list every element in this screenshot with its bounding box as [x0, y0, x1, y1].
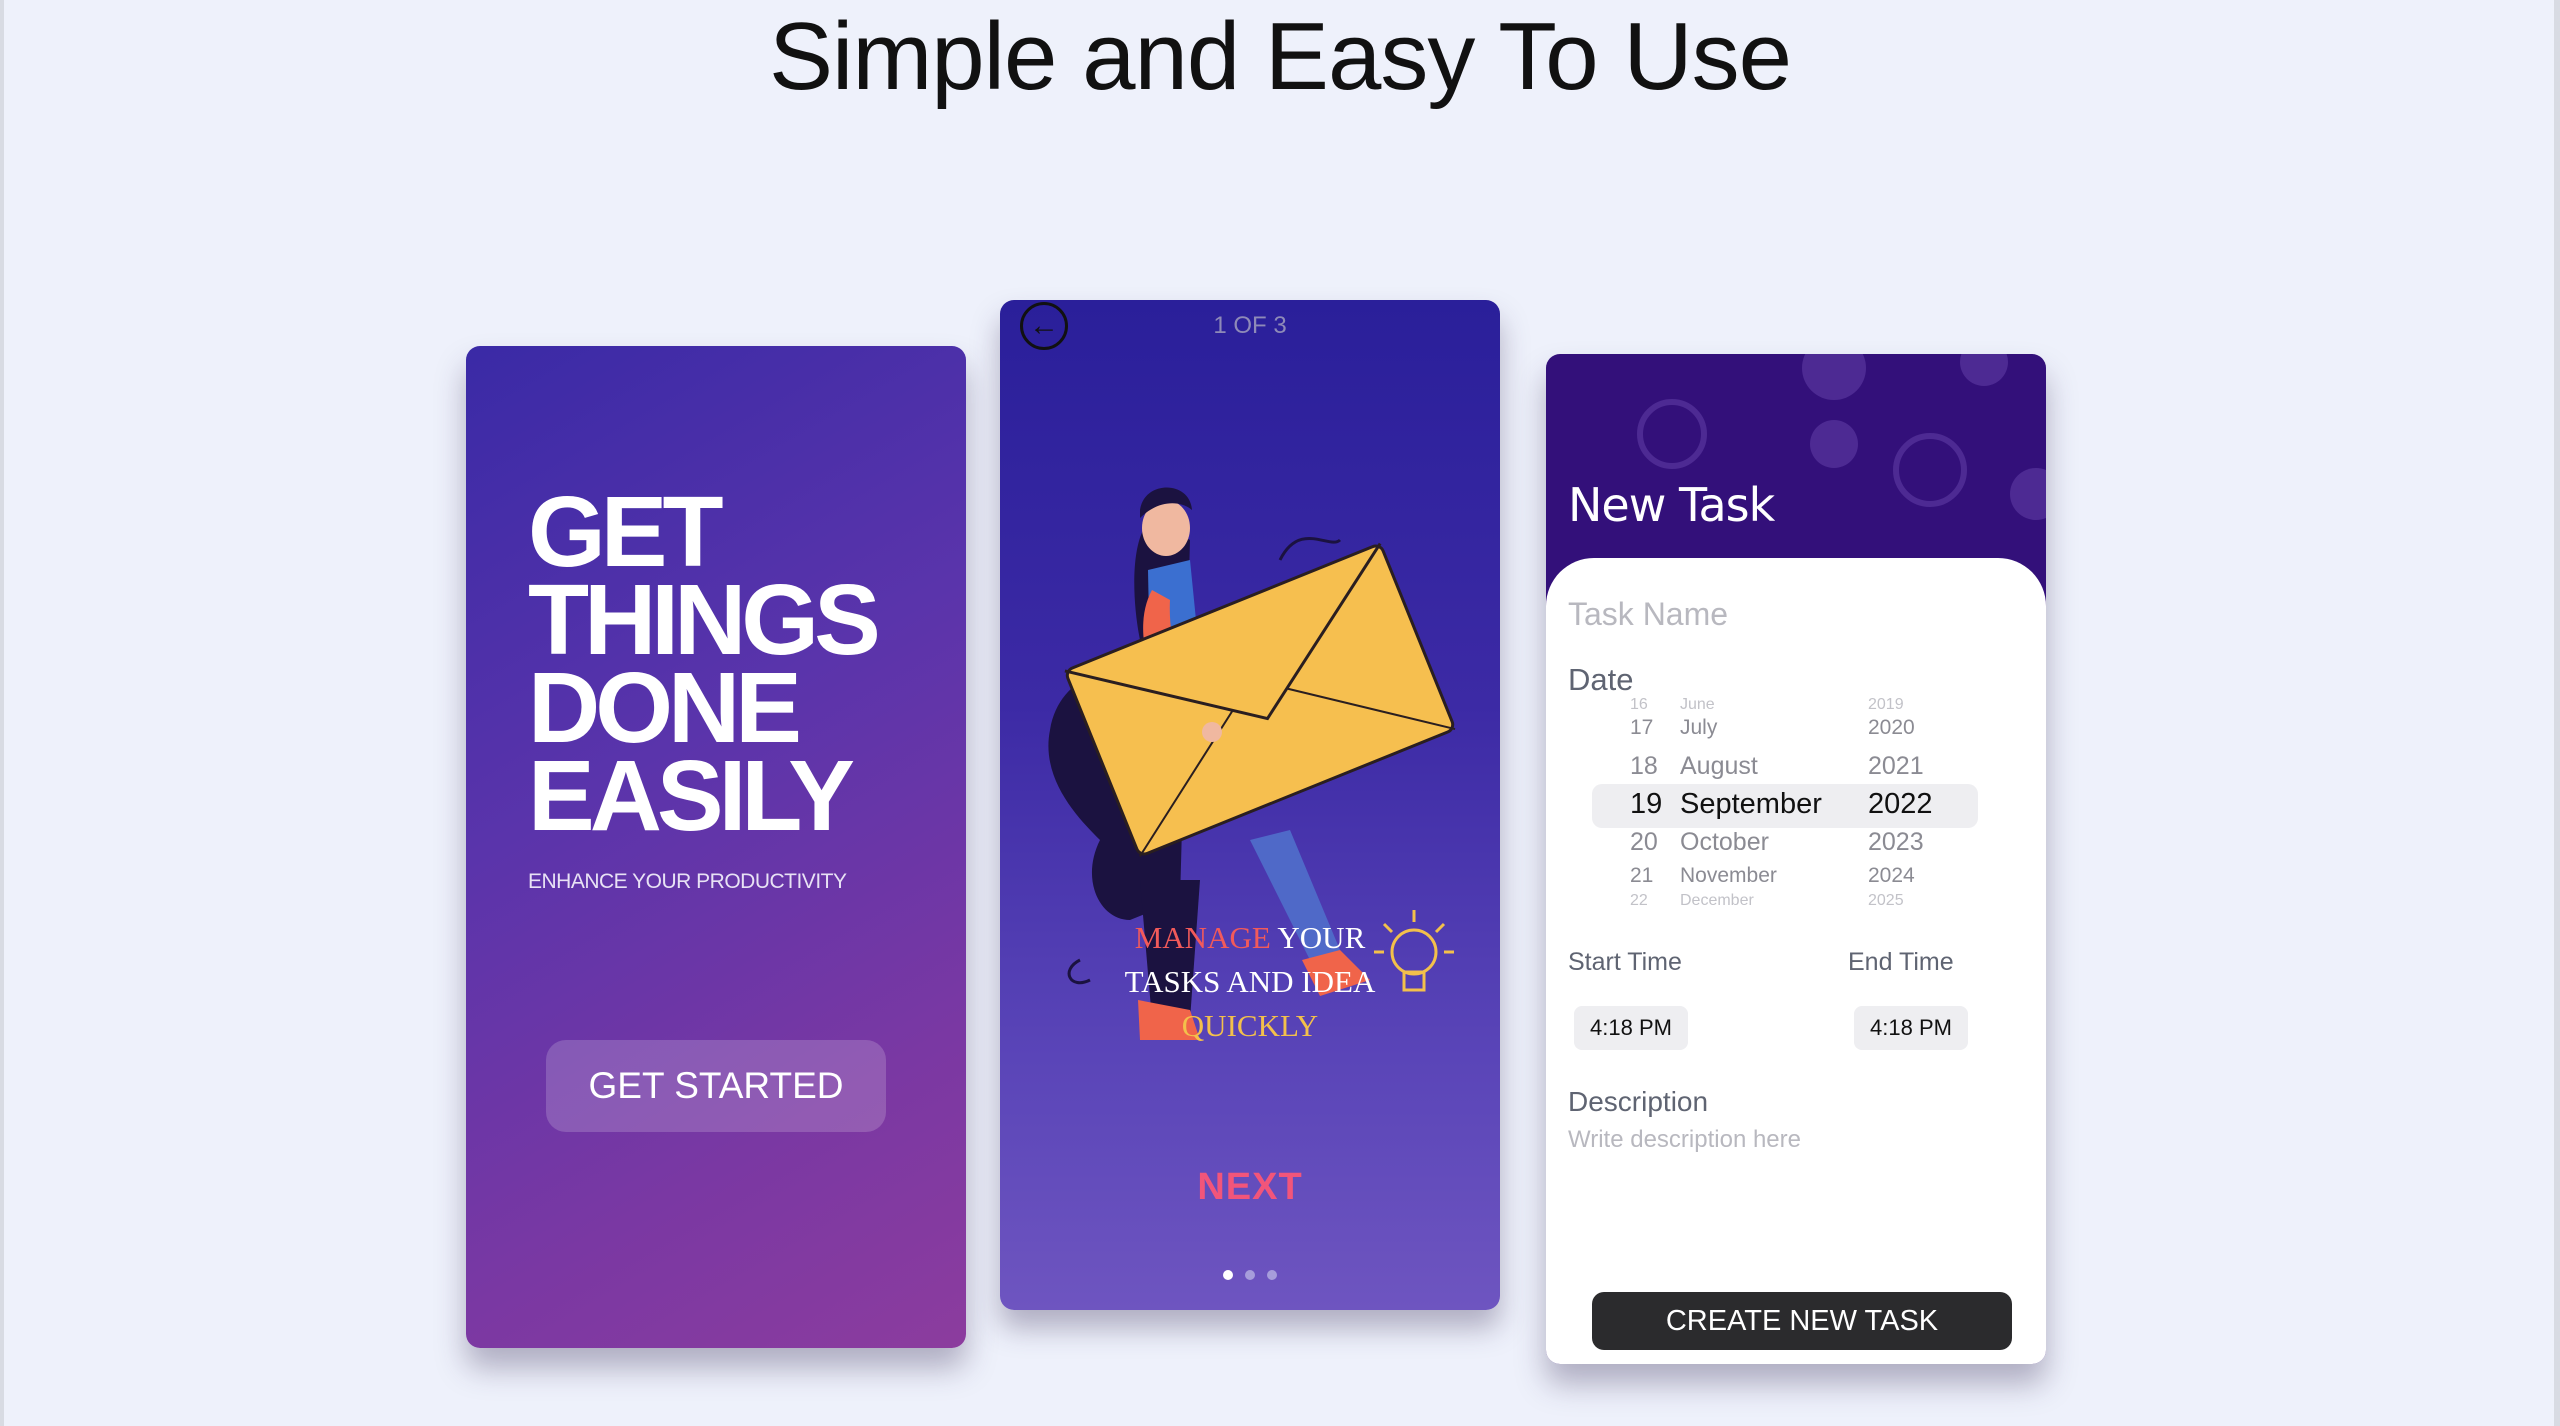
start-time-picker[interactable]: 4:18 PM — [1574, 1006, 1688, 1050]
new-task-title: New Task — [1568, 478, 1775, 532]
headline-line-3: DONE — [528, 652, 802, 764]
page-title: Simple and Easy To Use — [768, 3, 1792, 110]
picker-day: 22 — [1630, 892, 1648, 909]
picker-year: 2024 — [1868, 864, 1915, 887]
window-edge-left — [0, 0, 4, 1426]
picker-year: 2025 — [1868, 892, 1904, 909]
task-form-card: Task Name Date 16 June 2019 17 July 2020 18 Aug… — [1546, 558, 2046, 1364]
welcome-headline: GET THINGS DONE EASILY — [528, 476, 948, 852]
create-new-task-button[interactable]: CREATE NEW TASK — [1592, 1292, 2012, 1350]
picker-month: September — [1680, 788, 1822, 820]
picker-month: December — [1680, 892, 1754, 909]
picker-month: October — [1680, 828, 1769, 856]
picker-day: 19 — [1630, 788, 1663, 820]
start-time-label: Start Time — [1568, 948, 1682, 976]
picker-month: November — [1680, 864, 1777, 887]
pagination-dot-2[interactable] — [1245, 1270, 1255, 1280]
date-picker-row[interactable]: 18 August 2021 — [1568, 752, 2024, 792]
lightbulb-icon — [1374, 910, 1454, 992]
pagination-dot-1[interactable] — [1223, 1270, 1233, 1280]
date-picker-row-selected[interactable]: 19 September 2022 — [1568, 788, 2024, 828]
date-picker-wheel[interactable]: 16 June 2019 17 July 2020 18 August 2021 19 Septem… — [1568, 696, 2024, 926]
new-task-screen: New Task Task Name Date 16 June 2019 17 July… — [1546, 354, 2046, 1364]
headline-line-1: GET — [528, 476, 724, 588]
your-word: YOUR — [1277, 920, 1366, 955]
picker-year: 2019 — [1868, 696, 1904, 713]
headline-line-4: EASILY — [528, 740, 855, 852]
window-edge-right — [2554, 0, 2560, 1426]
picker-day: 16 — [1630, 696, 1648, 713]
onboarding-screen: ← 1 OF 3 MANAGE YOUR TASKS AND IDEA QUIC… — [1000, 300, 1500, 1310]
next-button[interactable]: NEXT — [1000, 1166, 1500, 1209]
picker-month: July — [1680, 716, 1718, 739]
welcome-screen: GET THINGS DONE EASILY ENHANCE YOUR PROD… — [466, 346, 966, 1348]
welcome-subtitle: ENHANCE YOUR PRODUCTIVITY — [528, 870, 847, 893]
picker-year: 2023 — [1868, 828, 1924, 856]
picker-day: 20 — [1630, 828, 1658, 856]
headline-line-2: THINGS — [528, 564, 881, 676]
description-label: Description — [1568, 1086, 1709, 1117]
picker-month: June — [1680, 696, 1715, 713]
envelope-illustration — [1048, 487, 1456, 1040]
picker-day: 21 — [1630, 864, 1654, 887]
end-time-picker[interactable]: 4:18 PM — [1854, 1006, 1968, 1050]
end-time-label: End Time — [1848, 948, 1954, 976]
message-line-3: QUICKLY — [1181, 1008, 1319, 1043]
page-indicator: 1 OF 3 — [1213, 312, 1287, 339]
picker-year: 2022 — [1868, 788, 1933, 820]
picker-day: 18 — [1630, 752, 1658, 780]
picker-day: 17 — [1630, 716, 1654, 739]
pagination-dots — [1000, 1270, 1500, 1280]
picker-year: 2020 — [1868, 716, 1915, 739]
picker-year: 2021 — [1868, 752, 1924, 780]
description-input[interactable]: Write description here — [1568, 1126, 1801, 1154]
manage-word: MANAGE — [1134, 920, 1271, 955]
picker-month: August — [1680, 752, 1758, 780]
date-picker-row[interactable]: 22 December 2025 — [1568, 892, 2024, 932]
header-bubbles-decoration — [1637, 354, 2046, 520]
date-picker-row[interactable]: 17 July 2020 — [1568, 716, 2024, 756]
pagination-dot-3[interactable] — [1267, 1270, 1277, 1280]
get-started-button[interactable]: GET STARTED — [546, 1040, 886, 1132]
date-picker-row[interactable]: 20 October 2023 — [1568, 828, 2024, 868]
task-name-input[interactable]: Task Name — [1568, 596, 1728, 633]
date-label: Date — [1568, 662, 1634, 697]
